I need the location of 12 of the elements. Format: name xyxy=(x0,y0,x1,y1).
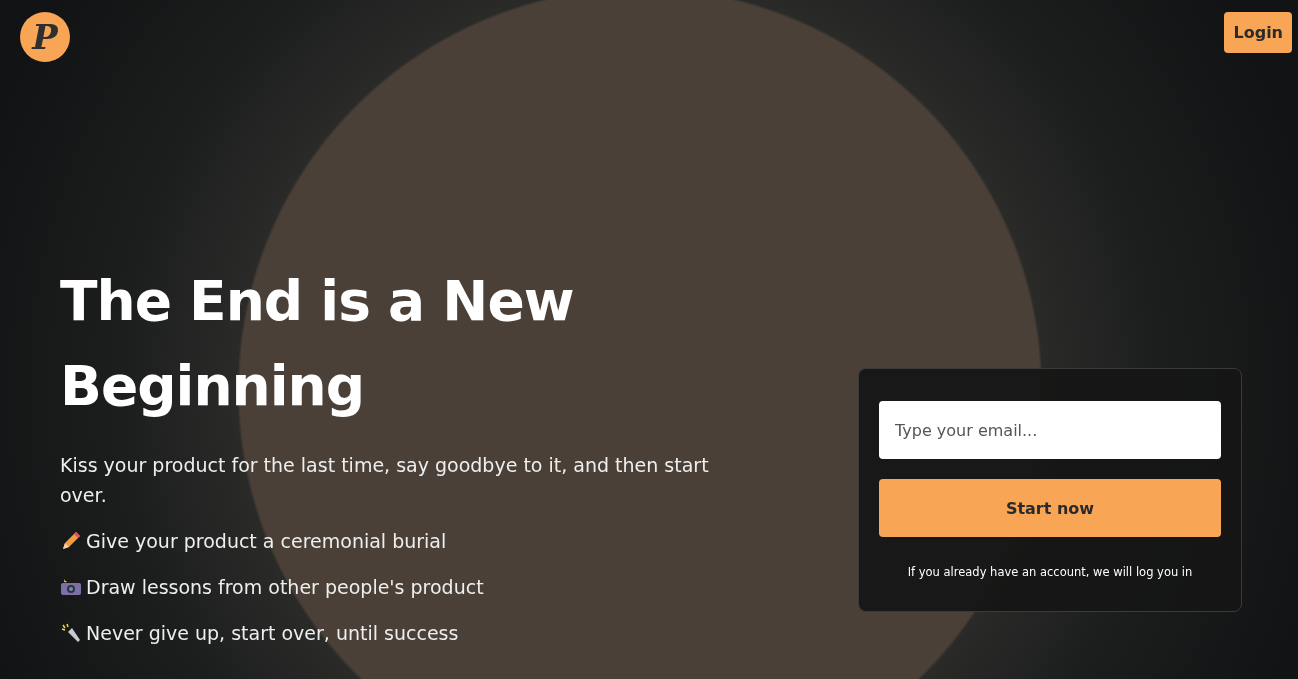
login-button[interactable]: Login xyxy=(1224,12,1292,53)
email-field[interactable]: Type your email... xyxy=(879,401,1221,459)
feature-text: Give your product a ceremonial burial xyxy=(86,529,447,552)
feature-text: Draw lessons from other people's product xyxy=(86,575,484,598)
logo[interactable]: P xyxy=(20,12,70,62)
start-button[interactable]: Start now xyxy=(879,479,1221,537)
pencil-icon xyxy=(60,529,82,552)
hero-subtitle: Kiss your product for the last time, say goodbye to it, and then start over. xyxy=(60,452,710,508)
flashlight-icon xyxy=(60,621,82,644)
hero-title: The End is a New Beginning xyxy=(60,268,575,421)
feature-text: Never give up, start over, until success xyxy=(86,621,459,644)
login-note: If you already have an account, we will log you in xyxy=(906,565,1194,579)
